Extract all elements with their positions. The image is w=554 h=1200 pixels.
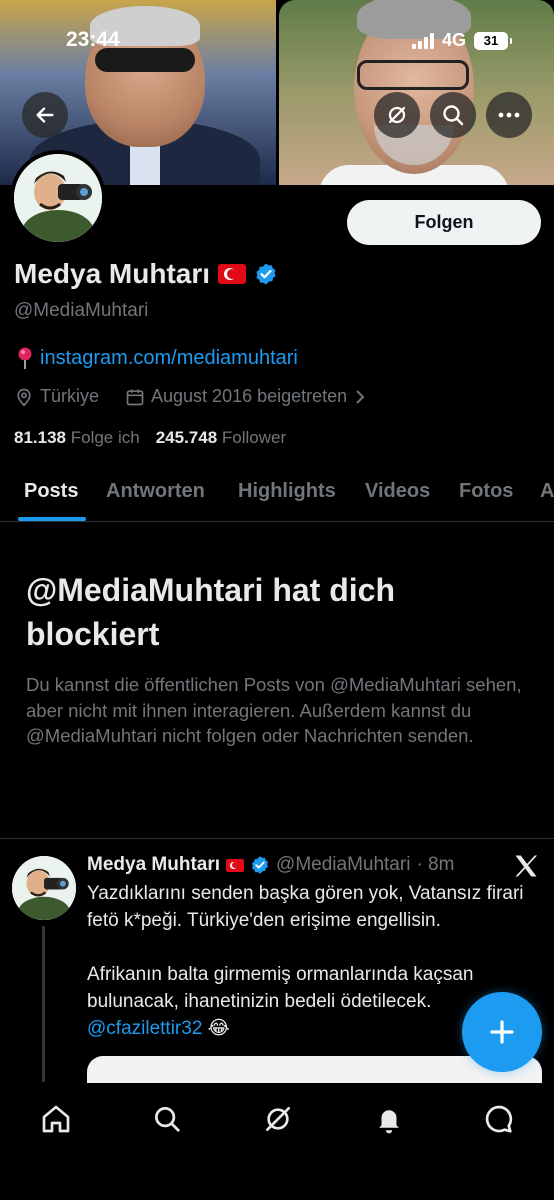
calendar-icon — [126, 389, 144, 405]
laughing-emoji-icon: 😂 — [207, 1018, 230, 1039]
nav-home[interactable] — [36, 1099, 76, 1139]
profile-avatar[interactable] — [10, 150, 106, 246]
profile-tabs: Posts Antworten Highlights Videos Fotos … — [0, 466, 554, 522]
back-button[interactable] — [22, 92, 68, 138]
profile-name: Medya Muhtarı — [14, 258, 211, 289]
following-label: Folge ich — [70, 428, 140, 447]
grok-icon — [388, 106, 406, 124]
profile-location: Türkiye — [40, 386, 100, 406]
map-pin-icon — [17, 388, 31, 407]
post-text-paragraph-1: Yazdıklarını senden başka gören yok, Vat… — [87, 883, 524, 931]
profile-meta-row: Türkiye August 2016 beigetreten — [14, 386, 367, 407]
grok-button[interactable] — [374, 92, 420, 138]
active-tab-indicator — [18, 517, 86, 521]
arrow-left-icon — [36, 107, 54, 123]
followers-label: Follower — [221, 428, 287, 447]
messages-icon — [485, 1105, 513, 1133]
post-author-name[interactable]: Medya Muhtarı — [87, 854, 220, 876]
more-button[interactable] — [486, 92, 532, 138]
post-mention[interactable]: @cfazilettir32 — [87, 1018, 202, 1039]
signal-icon — [411, 32, 434, 49]
blocked-title: @MediaMuhtari hat dich blockiert — [26, 572, 395, 652]
nav-messages[interactable] — [479, 1099, 519, 1139]
search-icon — [443, 105, 464, 126]
tab-fotos[interactable]: Fotos — [459, 480, 513, 503]
divider — [0, 838, 554, 839]
status-time: 23:44 — [66, 28, 120, 51]
verified-badge-icon[interactable] — [254, 262, 278, 286]
tab-overflow[interactable]: A — [540, 480, 554, 503]
profile-name-row: Medya Muhtarı — [14, 258, 278, 290]
thread-line — [42, 926, 45, 1082]
grok-icon — [266, 1107, 290, 1131]
profile-handle: @MediaMuhtari — [14, 300, 149, 321]
followers-count: 245.748 — [155, 428, 218, 447]
chevron-right-icon[interactable] — [353, 389, 367, 405]
verified-badge-icon[interactable] — [250, 855, 270, 875]
website-link[interactable]: instagram.com/mediamuhtari — [40, 347, 298, 370]
battery-icon: 31 — [474, 31, 512, 50]
turkey-flag-icon — [218, 264, 247, 284]
tab-antworten[interactable]: Antworten — [106, 480, 205, 503]
avatar-illustration — [14, 154, 102, 242]
turkey-flag-icon — [226, 858, 245, 872]
search-icon — [155, 1107, 180, 1132]
blocked-description: Du kannst die öffentlichen Posts von @Me… — [26, 674, 522, 746]
nav-search[interactable] — [147, 1099, 187, 1139]
status-indicators: 4G 31 — [411, 30, 512, 51]
tab-posts[interactable]: Posts — [24, 480, 78, 503]
post-time: · 8m — [416, 854, 455, 875]
tab-videos[interactable]: Videos — [365, 480, 430, 503]
website-row: instagram.com/mediamuhtari — [14, 346, 298, 370]
more-icon — [498, 112, 520, 118]
post-author-handle[interactable]: @MediaMuhtari — [276, 854, 410, 876]
following-count: 81.138 — [14, 428, 66, 447]
home-icon — [42, 1105, 70, 1133]
follow-button[interactable]: Folgen — [347, 200, 541, 245]
post-avatar[interactable] — [12, 856, 76, 920]
network-type: 4G — [441, 30, 466, 50]
pushpin-icon — [18, 347, 32, 369]
profile-stats: 81.138 Folge ich 245.748 Follower — [14, 428, 286, 448]
plus-icon — [490, 1020, 514, 1044]
tab-highlights[interactable]: Highlights — [238, 480, 336, 503]
nav-grok[interactable] — [258, 1099, 298, 1139]
nav-notifications[interactable] — [369, 1099, 409, 1139]
compose-button[interactable] — [462, 992, 542, 1072]
avatar-illustration — [12, 856, 76, 920]
search-button[interactable] — [430, 92, 476, 138]
x-logo-icon[interactable] — [512, 852, 540, 880]
bottom-nav — [0, 1083, 554, 1200]
post-header: Medya Muhtarı @MediaMuhtari · 8m — [87, 854, 454, 876]
following-stat[interactable]: 81.138 Folge ich — [14, 428, 140, 448]
followers-stat[interactable]: 245.748 Follower — [156, 428, 286, 448]
profile-joined-date: August 2016 beigetreten — [151, 386, 348, 406]
bell-icon — [379, 1110, 399, 1134]
